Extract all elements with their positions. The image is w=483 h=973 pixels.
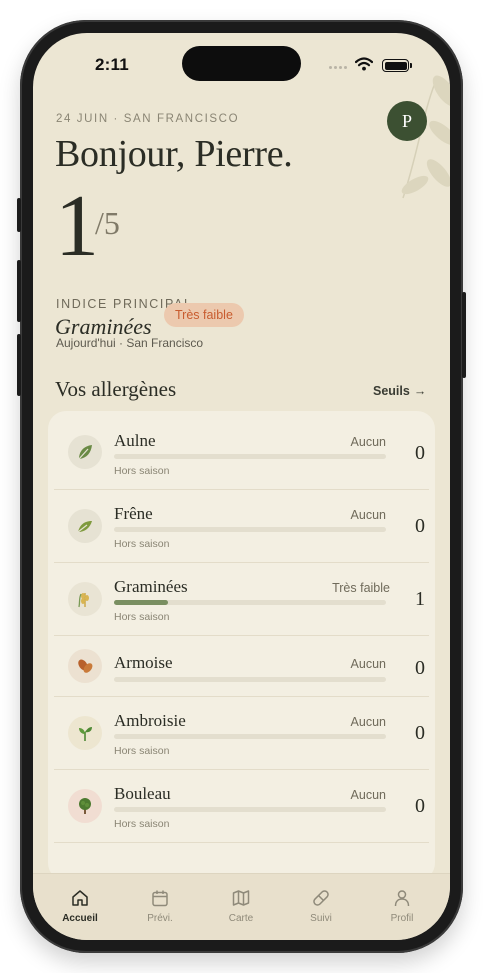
allergen-level: Aucun: [350, 435, 386, 449]
list-item[interactable]: Bouleau Aucun Hors saison 0: [48, 770, 435, 843]
signal-icon: [329, 66, 347, 69]
list-item[interactable]: Frêne Aucun Hors saison 0: [48, 490, 435, 563]
tab-profil[interactable]: Profil: [372, 888, 432, 924]
index-subtitle: Aujourd'hui · San Francisco: [56, 336, 204, 350]
tab-accueil[interactable]: Accueil: [50, 888, 110, 924]
season-note: Hors saison: [114, 745, 170, 757]
level-bar: [114, 454, 386, 459]
calendar-icon: [152, 890, 168, 907]
season-note: Hors saison: [114, 818, 170, 830]
battery-icon: [382, 59, 412, 72]
tab-label: Prévi.: [147, 913, 173, 924]
allergen-value: 0: [415, 657, 425, 679]
level-bar: [114, 734, 386, 739]
date-location: 24 JUIN · SAN FRANCISCO: [56, 113, 240, 125]
allergen-value: 0: [415, 442, 425, 464]
allergen-name: Bouleau: [114, 784, 171, 803]
herb-icon: [68, 649, 102, 683]
level-bar: [114, 677, 386, 682]
allergen-name: Graminées: [114, 577, 188, 596]
user-icon: [394, 890, 410, 907]
allergen-name: Frêne: [114, 504, 153, 523]
allergen-name: Armoise: [114, 653, 173, 672]
allergen-value: 0: [415, 515, 425, 537]
allergen-value: 0: [415, 722, 425, 744]
allergen-name: Ambroisie: [114, 711, 186, 730]
allergen-name: Aulne: [114, 431, 156, 450]
tab-suivi[interactable]: Suivi: [291, 888, 351, 924]
avatar[interactable]: P: [387, 101, 427, 141]
allergens-section-title: Vos allergènes: [55, 377, 177, 401]
level-bar: [114, 807, 386, 812]
map-icon: [232, 890, 250, 906]
volume-up-button: [17, 260, 21, 322]
allergen-value: 1: [415, 588, 425, 610]
season-note: Hors saison: [114, 611, 170, 623]
phone-frame: 2:11 24 JUIN · SAN FRANCISCO Bonjour, Pi…: [17, 20, 466, 953]
level-bar: [114, 527, 386, 532]
list-item[interactable]: Armoise Aucun 0: [48, 636, 435, 697]
list-item[interactable]: Graminées Très faible Hors saison 1: [48, 563, 435, 636]
allergens-list: Aulne Aucun Hors saison 0 Frêne Aucun Ho…: [48, 411, 435, 881]
level-bar-fill: [114, 600, 169, 605]
thresholds-link-label: Seuils: [373, 384, 410, 398]
pill-icon: [313, 890, 329, 906]
tab-bar: Accueil Prévi. Carte Suivi Profil: [33, 873, 450, 940]
season-note: Hors saison: [114, 465, 170, 477]
tab-label: Profil: [390, 913, 414, 924]
status-badge: Très faible: [164, 303, 244, 327]
season-note: Hors saison: [114, 538, 170, 550]
home-icon: [72, 890, 88, 906]
level-bar: [114, 600, 386, 605]
wheat-icon: [68, 582, 102, 616]
allergen-level: Aucun: [350, 715, 386, 729]
sprout-icon: [68, 716, 102, 750]
arrow-right-icon: →: [413, 384, 427, 398]
allergen-value: 0: [415, 795, 425, 817]
allergen-level: Aucun: [350, 788, 386, 802]
tab-label: Accueil: [62, 913, 98, 924]
thresholds-link[interactable]: Seuils →: [373, 384, 426, 398]
list-item[interactable]: Ambroisie Aucun Hors saison 0: [48, 697, 435, 770]
divider: [54, 842, 429, 843]
index-scale: /5: [95, 205, 120, 241]
tree-icon: [68, 789, 102, 823]
index-value: 1: [55, 178, 99, 275]
volume-down-button: [17, 334, 21, 396]
tab-previ[interactable]: Prévi.: [130, 888, 190, 924]
screen: 2:11 24 JUIN · SAN FRANCISCO Bonjour, Pi…: [33, 33, 450, 940]
allergen-level: Très faible: [332, 581, 390, 595]
tab-carte[interactable]: Carte: [211, 888, 271, 924]
leaf-icon: [68, 435, 102, 469]
tab-label: Carte: [228, 913, 254, 924]
page-title: Bonjour, Pierre.: [55, 133, 293, 175]
wifi-icon: [355, 57, 373, 71]
allergen-level: Aucun: [350, 657, 386, 671]
status-time: 2:11: [95, 55, 129, 74]
action-button: [17, 198, 21, 232]
list-item[interactable]: Aulne Aucun Hors saison 0: [48, 411, 435, 490]
allergen-level: Aucun: [350, 508, 386, 522]
tab-label: Suivi: [310, 913, 332, 924]
leaf-icon: [68, 509, 102, 543]
dynamic-island: [182, 46, 301, 81]
power-button: [462, 292, 466, 378]
